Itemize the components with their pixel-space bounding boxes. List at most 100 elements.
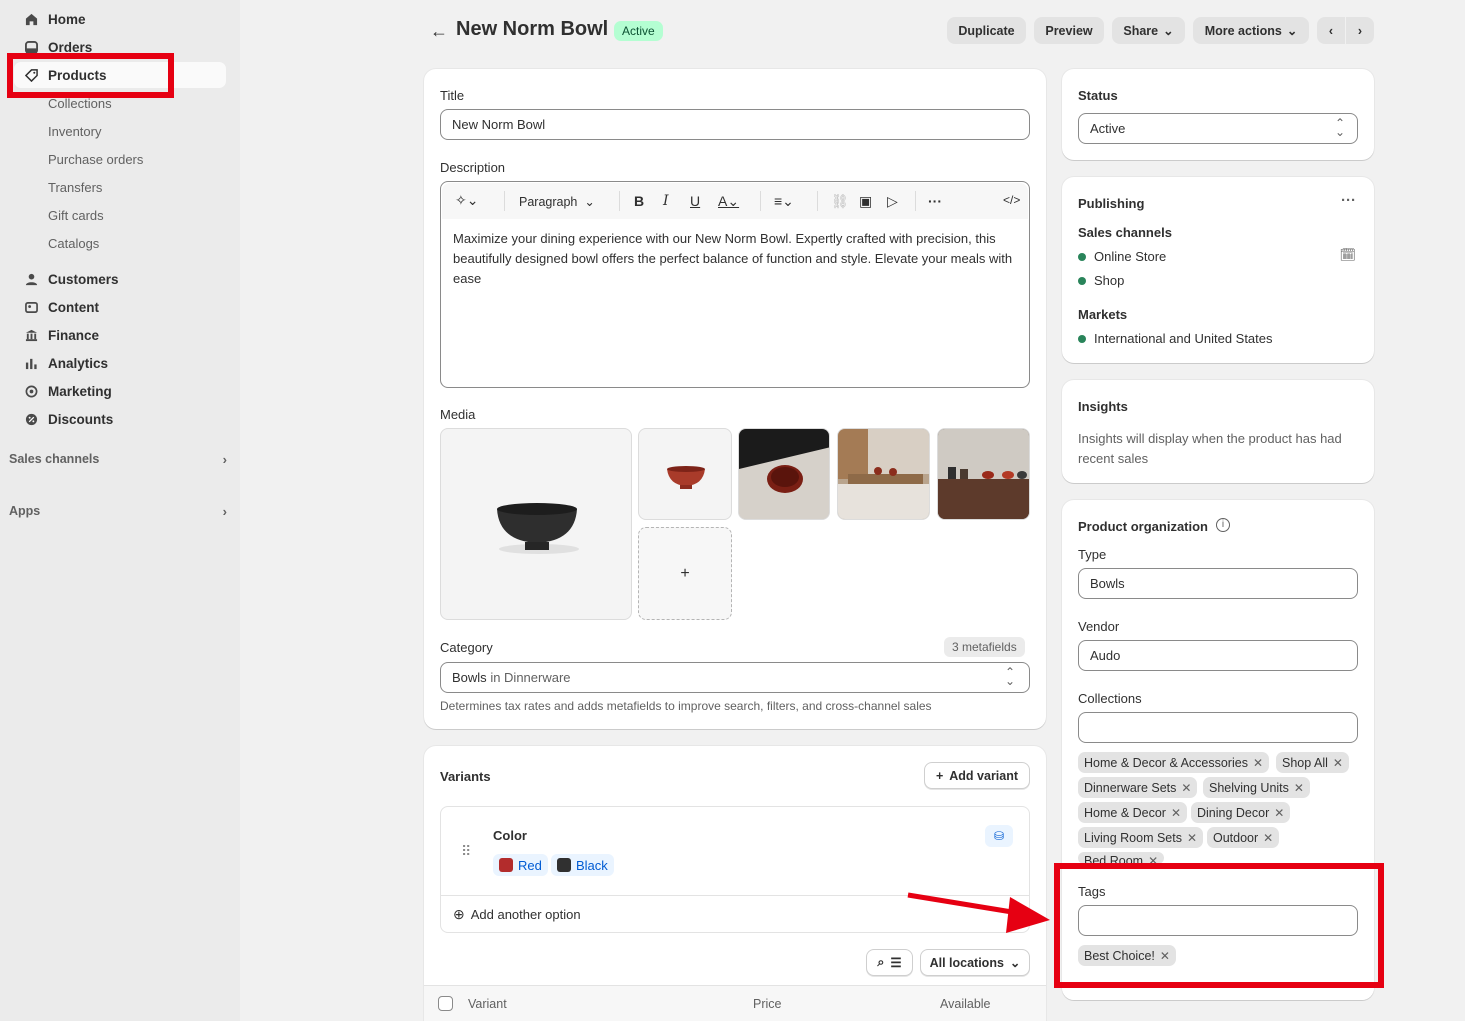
duplicate-label: Duplicate xyxy=(958,23,1015,38)
add-another-option-button[interactable]: ⊕ Add another option xyxy=(453,906,581,923)
option-value-black[interactable]: Black xyxy=(551,854,614,876)
link-icon[interactable]: ⛓ xyxy=(831,193,849,210)
nav-analytics[interactable]: Analytics xyxy=(14,350,226,376)
market-label: International and United States xyxy=(1094,331,1273,346)
duplicate-button[interactable]: Duplicate xyxy=(947,17,1026,44)
nav-content[interactable]: Content xyxy=(14,294,226,320)
collection-tag[interactable]: Living Room Sets ✕ xyxy=(1078,827,1204,848)
option-value-red[interactable]: Red xyxy=(493,854,548,876)
nav-customers[interactable]: Customers xyxy=(14,266,226,292)
type-input[interactable]: Bowls xyxy=(1078,568,1358,599)
media-thumb-bowl-table[interactable] xyxy=(738,428,830,520)
italic-icon[interactable]: I xyxy=(663,193,669,209)
nav-finance-label: Finance xyxy=(48,327,100,343)
code-view-icon[interactable]: </> xyxy=(1003,193,1020,207)
collection-tag[interactable]: Home & Decor ✕ xyxy=(1078,802,1188,823)
annotation-highlight-tags xyxy=(1054,863,1384,988)
locations-dropdown[interactable]: All locations ⌄ xyxy=(920,949,1030,976)
info-icon[interactable]: i xyxy=(1216,518,1230,532)
video-icon[interactable]: ▷ xyxy=(887,193,898,210)
preview-button[interactable]: Preview xyxy=(1034,17,1104,44)
publishing-card: Publishing ··· Sales channels 🗓 Online S… xyxy=(1062,177,1374,363)
select-all-checkbox[interactable] xyxy=(438,996,453,1011)
sales-channels-section[interactable]: Sales channels › xyxy=(9,452,227,467)
nav-collections[interactable]: Collections xyxy=(48,96,112,111)
paragraph-format-dropdown[interactable]: Paragraph ⌄ xyxy=(519,194,595,209)
more-formatting-icon[interactable]: ··· xyxy=(928,193,942,209)
collection-tag[interactable]: Dinnerware Sets ✕ xyxy=(1078,777,1198,798)
collection-tag[interactable]: Shelving Units ✕ xyxy=(1203,777,1310,798)
more-horizontal-icon[interactable]: ··· xyxy=(1341,192,1356,209)
remove-icon[interactable]: ✕ xyxy=(1294,781,1304,795)
home-icon xyxy=(23,11,39,27)
nav-marketing[interactable]: Marketing xyxy=(14,378,226,404)
collection-tag[interactable]: Home & Decor & Accessories ✕ xyxy=(1078,752,1270,773)
remove-icon[interactable]: ✕ xyxy=(1253,756,1263,770)
remove-icon[interactable]: ✕ xyxy=(1274,806,1284,820)
nav-home[interactable]: Home xyxy=(14,6,226,32)
select-arrows-icon: ⌃ ⌄ xyxy=(1334,116,1345,139)
status-card: Status Active ⌃ ⌄ xyxy=(1062,69,1374,160)
nav-catalogs[interactable]: Catalogs xyxy=(48,236,99,251)
add-media-button[interactable]: + xyxy=(638,527,732,620)
media-thumb-red-bowl[interactable] xyxy=(638,428,732,520)
nav-transfers[interactable]: Transfers xyxy=(48,180,102,195)
apps-section[interactable]: Apps › xyxy=(9,504,227,519)
remove-icon[interactable]: ✕ xyxy=(1171,806,1181,820)
remove-icon[interactable]: ✕ xyxy=(1181,781,1191,795)
remove-icon[interactable]: ✕ xyxy=(1187,831,1197,845)
drag-handle-icon[interactable]: ⠿ xyxy=(461,843,471,860)
image-icon[interactable]: ▣ xyxy=(859,193,872,210)
share-button[interactable]: Share ⌄ xyxy=(1112,17,1185,44)
nav-finance[interactable]: Finance xyxy=(14,322,226,348)
nav-marketing-label: Marketing xyxy=(48,383,112,399)
underline-icon[interactable]: U xyxy=(690,193,700,209)
bar-chart-icon xyxy=(23,355,39,371)
nav-purchase-orders[interactable]: Purchase orders xyxy=(48,152,143,167)
collection-tag[interactable]: Outdoor ✕ xyxy=(1207,827,1280,848)
nav-customers-label: Customers xyxy=(48,271,119,287)
collections-input[interactable] xyxy=(1078,712,1358,743)
metafield-link-icon[interactable]: ⛁ xyxy=(985,825,1013,847)
nav-gift-cards[interactable]: Gift cards xyxy=(48,208,104,223)
back-arrow-icon[interactable]: ← xyxy=(430,21,448,42)
collection-tag[interactable]: Dining Decor ✕ xyxy=(1191,802,1291,823)
vendor-input[interactable]: Audo xyxy=(1078,640,1358,671)
channel-label: Shop xyxy=(1094,273,1125,288)
organization-heading: Product organization xyxy=(1078,519,1208,534)
media-thumb-dining-room[interactable] xyxy=(837,428,930,520)
chevron-right-icon: › xyxy=(1357,23,1363,38)
remove-icon[interactable]: ✕ xyxy=(1333,756,1343,770)
media-main-image[interactable] xyxy=(440,428,632,620)
category-select[interactable]: Bowls in Dinnerware ⌃ ⌄ xyxy=(440,662,1030,693)
title-input[interactable]: New Norm Bowl xyxy=(440,109,1030,140)
more-actions-button[interactable]: More actions ⌄ xyxy=(1193,17,1309,44)
status-select[interactable]: Active ⌃ ⌄ xyxy=(1078,113,1358,144)
option-value-label: Red xyxy=(518,857,542,873)
previous-product-button[interactable]: ‹ xyxy=(1317,17,1345,44)
nav-discounts-label: Discounts xyxy=(48,411,114,427)
add-variant-button[interactable]: + Add variant xyxy=(924,762,1030,789)
next-product-button[interactable]: › xyxy=(1346,17,1374,44)
status-label: Status xyxy=(1078,88,1118,103)
content-icon xyxy=(23,299,39,315)
collection-tag[interactable]: Shop All ✕ xyxy=(1276,752,1349,773)
red-swatch xyxy=(499,858,513,872)
media-thumb-shelf[interactable] xyxy=(937,428,1030,520)
search-icon: ⌕ xyxy=(877,955,885,969)
tag-label: Home & Decor & Accessories xyxy=(1084,755,1248,770)
market-item: International and United States xyxy=(1078,331,1273,346)
calendar-schedule-icon[interactable]: 🗓 xyxy=(1339,247,1356,263)
metafields-badge[interactable]: 3 metafields xyxy=(944,637,1025,657)
remove-icon[interactable]: ✕ xyxy=(1263,831,1273,845)
nav-discounts[interactable]: Discounts xyxy=(14,406,226,432)
description-editor[interactable]: ✧⌄ Paragraph ⌄ B I U A⌄ ≡⌄ ⛓ ▣ ▷ ··· </>… xyxy=(440,181,1030,388)
plus-icon: + xyxy=(680,564,690,582)
bold-icon[interactable]: B xyxy=(634,193,644,209)
ai-magic-icon[interactable]: ✧⌄ xyxy=(455,192,478,209)
text-color-icon[interactable]: A⌄ xyxy=(718,193,739,210)
chevron-down-icon: ⌄ xyxy=(1286,24,1298,38)
search-filter-button[interactable]: ⌕ ☰ xyxy=(866,949,913,976)
align-icon[interactable]: ≡⌄ xyxy=(774,193,794,210)
nav-inventory[interactable]: Inventory xyxy=(48,124,101,139)
